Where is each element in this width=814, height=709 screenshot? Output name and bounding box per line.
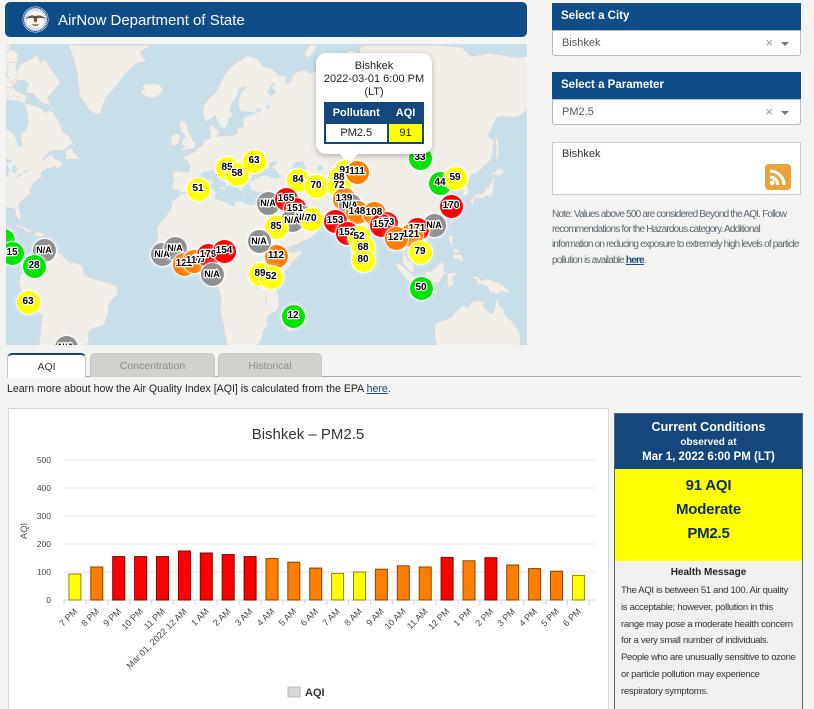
svg-text:3 AM: 3 AM: [233, 606, 255, 628]
svg-text:200: 200: [37, 539, 51, 549]
svg-text:5 PM: 5 PM: [539, 606, 561, 628]
svg-text:6 PM: 6 PM: [561, 606, 583, 628]
svg-text:0: 0: [46, 595, 51, 605]
svg-text:4 AM: 4 AM: [255, 606, 277, 628]
svg-text:400: 400: [37, 483, 51, 493]
svg-text:3 PM: 3 PM: [495, 606, 517, 628]
svg-text:500: 500: [37, 455, 51, 465]
svg-text:1 PM: 1 PM: [451, 606, 473, 628]
svg-text:8 AM: 8 AM: [342, 606, 364, 628]
svg-text:1 AM: 1 AM: [189, 606, 211, 628]
svg-text:AQI: AQI: [305, 687, 325, 699]
svg-text:Bishkek – PM2.5: Bishkek – PM2.5: [252, 426, 365, 443]
svg-text:11 AM: 11 AM: [405, 606, 430, 631]
svg-text:4 PM: 4 PM: [517, 606, 539, 628]
svg-text:10 AM: 10 AM: [383, 606, 408, 631]
svg-text:8 PM: 8 PM: [79, 606, 101, 628]
svg-text:100: 100: [37, 567, 51, 577]
svg-text:6 AM: 6 AM: [299, 606, 321, 628]
svg-text:AQI: AQI: [19, 523, 30, 539]
svg-text:7 AM: 7 AM: [320, 606, 342, 628]
svg-text:300: 300: [37, 511, 51, 521]
svg-text:10 PM: 10 PM: [120, 606, 145, 631]
svg-text:2 AM: 2 AM: [211, 606, 233, 628]
svg-text:5 AM: 5 AM: [277, 606, 299, 628]
svg-text:7 PM: 7 PM: [57, 606, 79, 628]
svg-text:12 PM: 12 PM: [426, 606, 451, 631]
svg-text:2 PM: 2 PM: [473, 606, 495, 628]
